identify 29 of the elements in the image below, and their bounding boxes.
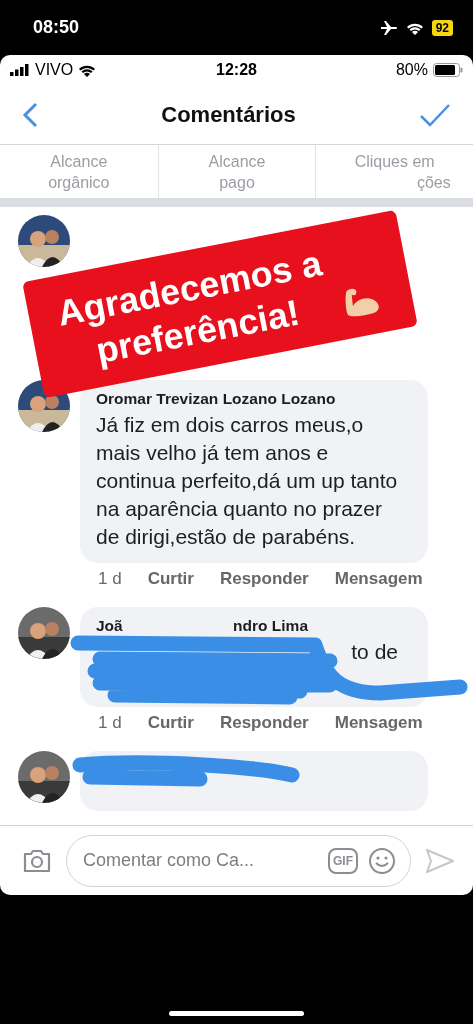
comment-action-link[interactable]: Curtir (147, 569, 194, 589)
battery-icon (433, 63, 463, 77)
comment-action-link[interactable]: Responder (219, 713, 309, 733)
page-title: Comentários (161, 101, 296, 128)
camera-icon[interactable] (22, 847, 52, 874)
comment-text: to de (351, 639, 398, 665)
comment-action-link[interactable]: Mensagem (334, 713, 423, 733)
send-icon[interactable] (425, 847, 455, 874)
gif-button[interactable]: GIF (328, 847, 358, 874)
comment-time: 1 d (98, 569, 122, 589)
back-icon[interactable] (22, 101, 38, 128)
airplane-icon (379, 19, 398, 36)
comment-author[interactable]: ndro Lima (233, 617, 308, 635)
emoji-icon[interactable] (368, 846, 396, 875)
comment-action-link[interactable]: Responder (219, 569, 309, 589)
signal-icon (10, 64, 30, 76)
wifi-icon (78, 63, 97, 77)
comment-author[interactable]: Joã (96, 617, 123, 635)
comment-action-link[interactable]: Curtir (147, 713, 194, 733)
comment-author[interactable]: Oromar Trevizan Lozano Lozano (96, 390, 398, 408)
carrier-name: VIVO (35, 61, 74, 79)
clock: 08:50 (33, 17, 81, 38)
comment-time: 1 d (98, 713, 122, 733)
battery-percent: 80% (395, 61, 428, 79)
status-time: 12:28 (216, 61, 257, 79)
check-icon[interactable] (419, 102, 451, 127)
comment-text: Já fiz em dois carros meus,o mais velho já tem anos e continua perfeito,dá um up tanto na aparência quanto no prazer de dirigi,estão de parabéns. (96, 412, 398, 550)
battery-level: 92 (431, 19, 453, 36)
comment-action-link[interactable]: Mensagem (334, 569, 423, 589)
